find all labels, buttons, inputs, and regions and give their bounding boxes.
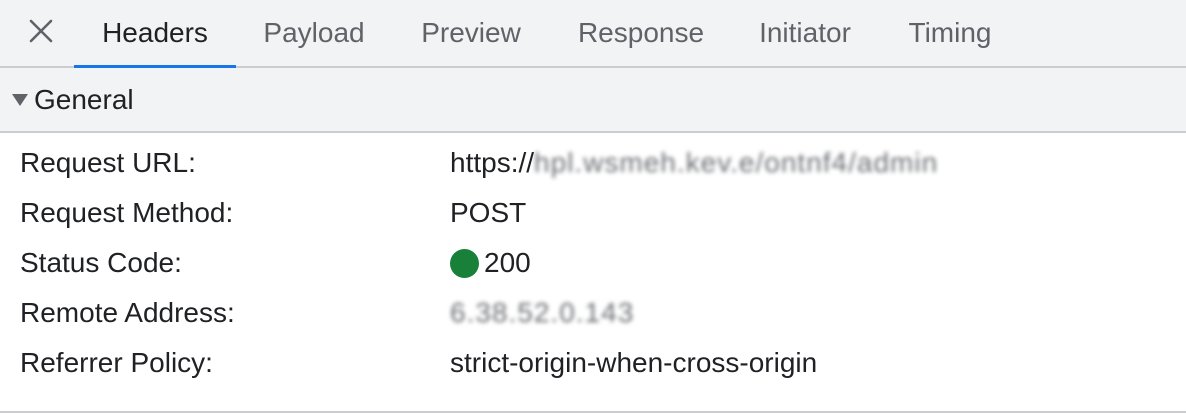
referrer-policy-label: Referrer Policy: <box>20 347 213 378</box>
request-url-value[interactable]: https://hpl.wsmeh.kev.e/ontnf4/admin <box>450 147 938 179</box>
tab-payload[interactable]: Payload <box>240 0 388 66</box>
general-section-header[interactable]: General <box>0 68 1186 133</box>
triangle-down-icon <box>12 93 28 106</box>
request-url-label: Request URL: <box>20 147 196 178</box>
request-url-row: Request URL: https://hpl.wsmeh.kev.e/ont… <box>0 139 1186 189</box>
tab-timing[interactable]: Timing <box>888 0 1012 66</box>
devtools-tab-bar: Headers Payload Preview Response Initiat… <box>0 0 1186 68</box>
remote-address-row: Remote Address: 6.38.52.0.143 <box>0 289 1186 339</box>
remote-address-obscured: 6.38.52.0.143 <box>450 297 635 328</box>
request-url-scheme: https:// <box>450 147 535 178</box>
referrer-policy-row: Referrer Policy: strict-origin-when-cros… <box>0 339 1186 389</box>
remote-address-value: 6.38.52.0.143 <box>450 297 634 329</box>
close-button[interactable] <box>22 14 60 52</box>
status-code-label: Status Code: <box>20 247 182 278</box>
status-code-row: Status Code: 200 <box>0 239 1186 289</box>
tab-headers[interactable]: Headers <box>74 0 236 68</box>
tab-preview[interactable]: Preview <box>400 0 542 66</box>
general-details: Request URL: https://hpl.wsmeh.kev.e/ont… <box>0 139 1186 389</box>
status-dot-icon <box>450 248 479 278</box>
request-method-label: Request Method: <box>20 197 234 228</box>
status-code-text: 200 <box>484 247 531 278</box>
referrer-policy-value: strict-origin-when-cross-origin <box>450 347 818 378</box>
tab-initiator[interactable]: Initiator <box>740 0 870 66</box>
tab-response[interactable]: Response <box>556 0 726 66</box>
close-icon <box>28 18 54 49</box>
request-url-obscured: hpl.wsmeh.kev.e/ontnf4/admin <box>534 147 939 178</box>
section-title: General <box>34 83 134 115</box>
status-code-value: 200 <box>450 247 531 279</box>
section-divider <box>0 411 1186 413</box>
request-method-value: POST <box>450 197 527 228</box>
remote-address-label: Remote Address: <box>20 297 235 328</box>
request-method-row: Request Method: POST <box>0 189 1186 239</box>
